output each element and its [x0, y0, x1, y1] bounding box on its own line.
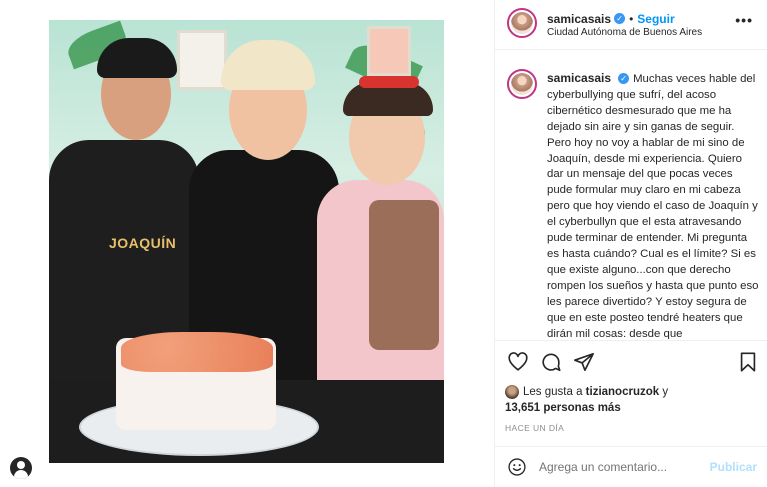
- avatar[interactable]: [507, 69, 537, 99]
- comment-input[interactable]: [539, 460, 699, 474]
- photo-apron-text: JOAQUÍN: [109, 235, 177, 251]
- share-icon[interactable]: [573, 351, 595, 373]
- liker-avatar[interactable]: [505, 384, 519, 399]
- post-side-panel: samicasais ✓ • Seguir Ciudad Autónoma de Bu…: [495, 0, 767, 487]
- photo-frame: [177, 30, 227, 90]
- caption-scroll-area[interactable]: samicasais ✓ Muchas veces hable del cyberb…: [495, 51, 767, 339]
- username-link[interactable]: samicasais: [547, 12, 611, 26]
- follow-button[interactable]: Seguir: [637, 12, 674, 26]
- more-options-icon[interactable]: •••: [735, 12, 753, 28]
- caption-username[interactable]: samicasais: [547, 71, 611, 85]
- post-actions: [495, 340, 767, 380]
- post-header: samicasais ✓ • Seguir Ciudad Autónoma de Bu…: [495, 0, 767, 50]
- likes-count-link[interactable]: 13,651 personas más: [505, 402, 621, 414]
- emoji-icon[interactable]: [507, 457, 527, 477]
- location-link[interactable]: Ciudad Autónoma de Buenos Aires: [547, 27, 702, 38]
- liker-username-link[interactable]: tizianocruzok: [586, 386, 659, 398]
- post-photo[interactable]: JOAQUÍN: [49, 20, 444, 463]
- heart-icon[interactable]: [507, 351, 529, 373]
- photo-headband: [359, 76, 419, 88]
- likes-prefix: Les gusta a: [523, 386, 583, 398]
- photo-cake-frosting: [121, 332, 273, 372]
- header-user-line: samicasais ✓ • Seguir: [547, 10, 675, 28]
- likes-connector: y: [662, 386, 669, 398]
- user-tag-icon[interactable]: [10, 457, 32, 479]
- photo-frame: [367, 26, 411, 76]
- post-timestamp[interactable]: HACE UN DÍA: [505, 423, 564, 433]
- comment-icon[interactable]: [540, 351, 562, 373]
- caption-text: Muchas veces hable del cyberbullying que…: [547, 73, 759, 339]
- separator-dot: •: [629, 12, 634, 26]
- post-caption: samicasais ✓ Muchas veces hable del cyberb…: [547, 71, 759, 339]
- photo-apron: [369, 200, 439, 350]
- verified-badge-icon: ✓: [614, 13, 626, 25]
- publish-comment-button[interactable]: Publicar: [710, 460, 757, 474]
- comment-bar: Publicar: [495, 446, 767, 487]
- verified-badge-icon: ✓: [618, 73, 630, 85]
- bookmark-icon[interactable]: [737, 351, 759, 373]
- avatar[interactable]: [507, 8, 537, 38]
- likes-summary: Les gusta a tizianocruzok y 13,651 perso…: [505, 384, 760, 416]
